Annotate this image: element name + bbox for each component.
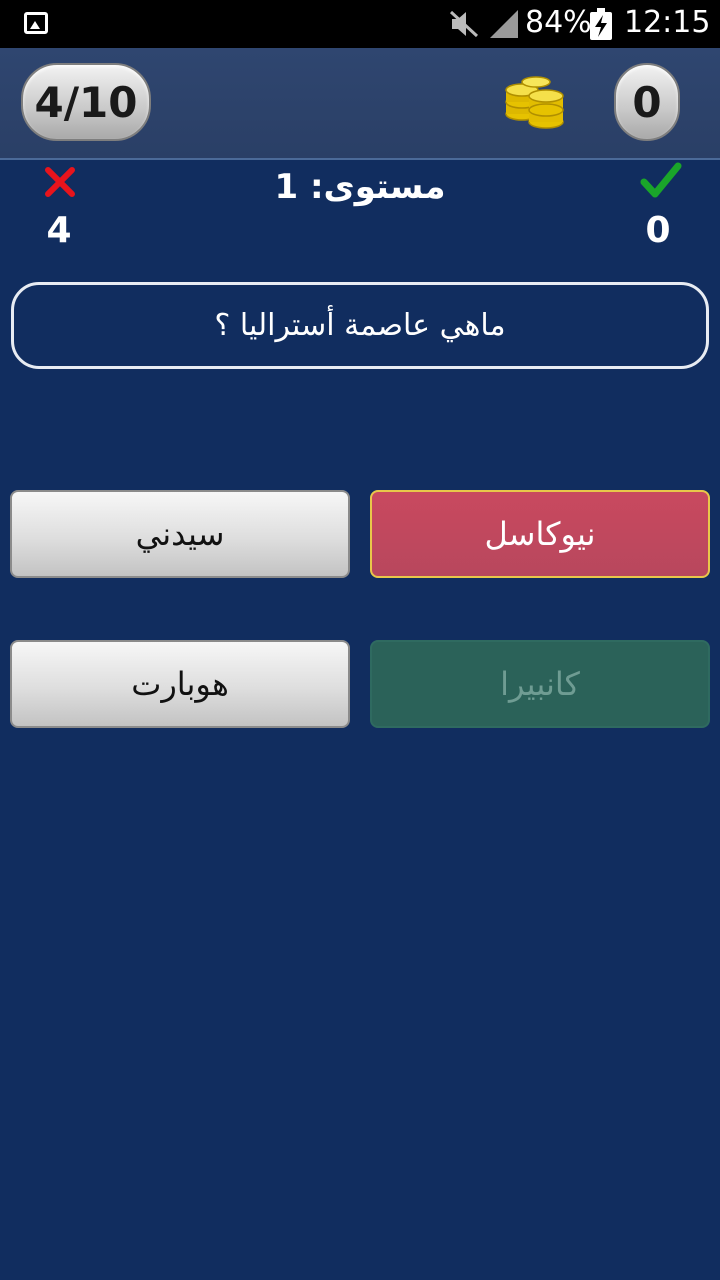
level-indicator: مستوى: 1 [274,167,446,207]
game-header: 4/10 0 [0,48,720,160]
battery-percent: 84% [525,5,592,40]
status-bar: 84% 12:15 [0,0,720,48]
battery-charging-icon [590,8,612,40]
answer-button-3[interactable]: كانبيرا [370,640,710,728]
gold-coins-icon [505,76,564,129]
answer-button-2[interactable]: سيدني [10,490,350,578]
wrong-answers-count: 4 [46,210,72,251]
wrong-x-icon [45,167,75,197]
question-progress: 4/10 [21,63,151,141]
answer-button-1[interactable]: نيوكاسل [370,490,710,578]
gallery-icon [24,12,48,34]
correct-check-icon [640,162,682,198]
clock: 12:15 [624,5,711,40]
signal-icon [490,10,518,38]
question-box: ماهي عاصمة أستراليا ؟ [11,282,709,369]
mute-icon [449,10,479,38]
correct-answers-count: 0 [645,210,671,251]
coins-count: 0 [614,63,680,141]
question-text: ماهي عاصمة أستراليا ؟ [214,308,506,343]
answer-button-4[interactable]: هوبارت [10,640,350,728]
